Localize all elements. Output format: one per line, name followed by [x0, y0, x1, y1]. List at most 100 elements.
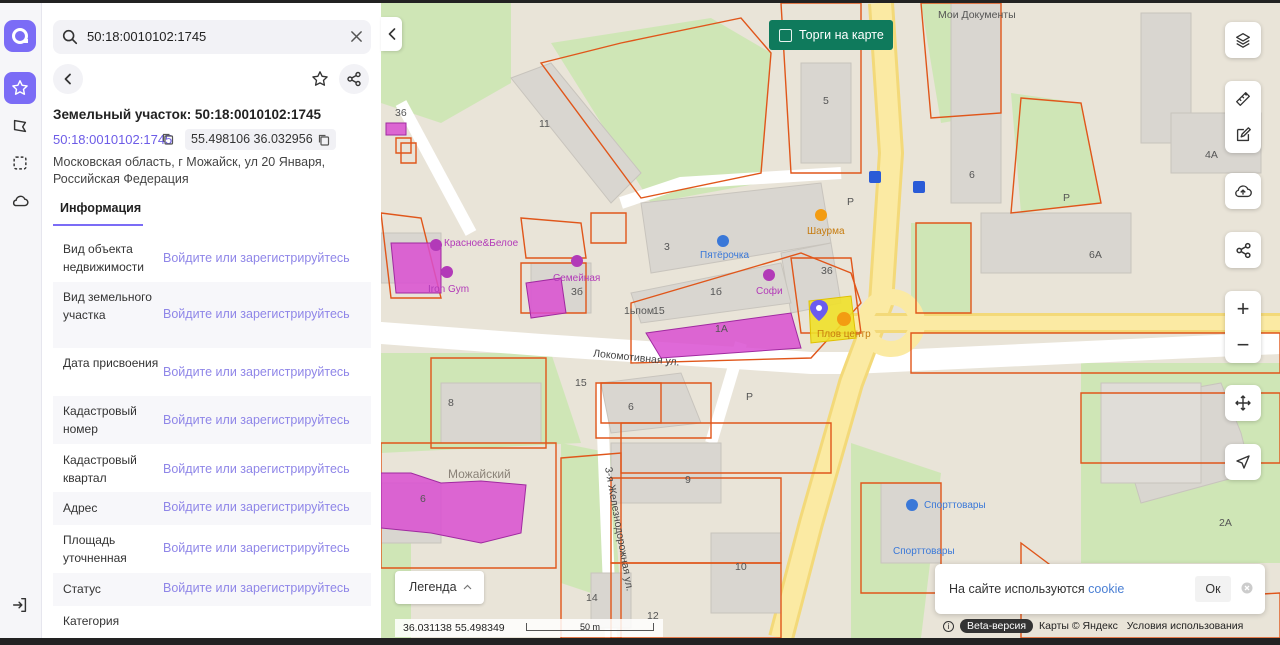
polygon-icon — [13, 119, 27, 133]
legend-button[interactable]: Легенда — [395, 571, 484, 604]
coordinates-chip[interactable]: 55.498106 36.032956 — [185, 129, 336, 150]
login-link[interactable]: Войдите или зарегистрируйтесь — [163, 413, 350, 427]
property-label: Вид земельного участка — [63, 290, 152, 322]
property-label: Кадастровый квартал — [63, 453, 137, 485]
app-logo[interactable] — [4, 20, 36, 52]
layers-button[interactable] — [1225, 22, 1261, 58]
coordinates-text: 55.498106 36.032956 — [191, 132, 313, 146]
map-label: Р — [746, 391, 754, 403]
cloud-button[interactable] — [4, 185, 36, 217]
property-label: Вид объекта недвижимости — [63, 242, 144, 274]
map-label: 8 — [448, 397, 454, 409]
map-label: Р — [1063, 192, 1071, 204]
search-input[interactable]: 50:18:0010102:1745 — [87, 29, 206, 44]
draw-area-button[interactable] — [4, 110, 36, 142]
copy-icon[interactable] — [162, 133, 174, 145]
property-label: Категория — [63, 614, 120, 628]
property-row: Дата присвоения Войдите или зарегистриру… — [53, 348, 371, 396]
property-row: Площадь уточненная Войдите или зарегистр… — [53, 525, 371, 573]
auctions-toggle-label: Торги на карте — [799, 28, 884, 42]
property-label: Дата присвоения — [63, 356, 159, 370]
poi-label: Плов центр — [817, 329, 871, 340]
map-label: 6 — [420, 493, 426, 505]
pan-button[interactable] — [1225, 385, 1261, 421]
map-label: 6 — [628, 401, 634, 413]
location-arrow-icon — [1236, 455, 1250, 469]
login-link[interactable]: Войдите или зарегистрируйтесь — [163, 365, 350, 379]
zoom-controls: + − — [1225, 291, 1261, 363]
auctions-checkbox[interactable] — [779, 29, 792, 42]
yandex-copyright[interactable]: Карты © Яндекс — [1039, 620, 1118, 632]
select-area-button[interactable] — [4, 147, 36, 179]
zoom-out-button[interactable]: − — [1225, 327, 1261, 363]
cursor-latitude: 55.498349 — [455, 622, 505, 634]
ruler-icon[interactable] — [1234, 90, 1252, 108]
map-drawing — [381, 3, 1280, 638]
clear-search-icon[interactable] — [350, 30, 363, 43]
back-button[interactable] — [53, 64, 83, 94]
cookie-link[interactable]: cookie — [1088, 582, 1124, 596]
login-link[interactable]: Войдите или зарегистрируйтесь — [163, 541, 350, 555]
cursor-coordinates: 36.031138 55.498349 50 m — [395, 619, 663, 637]
logo-icon — [12, 28, 28, 44]
favorite-button[interactable] — [305, 64, 335, 94]
tools-group — [1225, 81, 1261, 153]
map-label: 1б — [710, 286, 722, 298]
share-icon — [347, 71, 361, 87]
login-link[interactable]: Войдите или зарегистрируйтесь — [163, 462, 350, 476]
map-label: 1А — [715, 323, 728, 335]
property-row: Категория — [53, 606, 371, 638]
search-bar[interactable]: 50:18:0010102:1745 — [53, 20, 371, 54]
star-icon — [12, 80, 28, 95]
cloud-icon — [12, 195, 29, 207]
map-attribution: i Beta-версия Карты © Яндекс Условия испол… — [943, 619, 1244, 638]
legend-label: Легенда — [409, 580, 457, 594]
poi-label: Красное&Белое — [444, 238, 519, 249]
move-icon — [1235, 395, 1251, 411]
upload-button[interactable] — [1225, 173, 1261, 209]
beta-badge[interactable]: Beta-версия — [960, 619, 1034, 633]
zoom-in-button[interactable]: + — [1225, 291, 1261, 327]
map-label: 36 — [395, 107, 407, 119]
property-label: Адрес — [63, 501, 98, 515]
poi-label: Пятёрочка — [700, 250, 750, 261]
geolocation-button[interactable] — [1225, 444, 1261, 480]
property-label: Площадь уточненная — [63, 533, 127, 565]
tab-label: Информация — [60, 201, 142, 215]
login-link[interactable]: Войдите или зарегистрируйтесь — [163, 307, 350, 321]
login-link[interactable]: Войдите или зарегистрируйтесь — [163, 581, 350, 595]
dashed-square-icon — [13, 156, 27, 170]
terms-link[interactable]: Условия использования — [1127, 620, 1244, 632]
map-canvas[interactable]: Мои Документы 5 11 36 3 6 6А 4А 1А 1б 1ь… — [381, 3, 1280, 638]
login-icon — [12, 597, 27, 613]
close-icon[interactable] — [1241, 582, 1253, 594]
map-label: 10 — [735, 561, 747, 573]
copy-icon[interactable] — [318, 134, 330, 146]
map-label: 9 — [685, 474, 691, 486]
map-label: 1ьпом — [624, 305, 655, 317]
cookie-ok-button[interactable]: Ок — [1195, 576, 1231, 602]
info-icon[interactable]: i — [943, 620, 954, 632]
scale-label: 50 m — [580, 622, 601, 632]
tab-information[interactable]: Информация — [53, 199, 143, 226]
map-label: Мои Документы — [938, 9, 1016, 21]
share-map-button[interactable] — [1225, 232, 1261, 268]
edit-icon[interactable] — [1234, 126, 1252, 144]
info-panel: 50:18:0010102:1745 Земельный участок: 50… — [42, 3, 381, 638]
bottom-border — [0, 638, 1280, 645]
share-button[interactable] — [339, 64, 369, 94]
auctions-toggle[interactable]: Торги на карте — [769, 20, 893, 50]
favorites-button[interactable] — [4, 72, 36, 104]
property-row: Вид земельного участка Войдите или зарег… — [53, 282, 371, 348]
cadastral-number-link[interactable]: 50:18:0010102:1745 — [53, 132, 172, 147]
poi-label: Шаурма — [807, 226, 845, 237]
map-label: 11 — [539, 118, 550, 130]
login-link[interactable]: Войдите или зарегистрируйтесь — [163, 251, 350, 265]
share-icon — [1235, 242, 1251, 258]
star-outline-icon — [312, 71, 328, 86]
login-button[interactable] — [4, 589, 36, 621]
login-link[interactable]: Войдите или зарегистрируйтесь — [163, 500, 350, 514]
collapse-panel-button[interactable] — [381, 17, 402, 51]
property-row: Кадастровый квартал Войдите или зарегист… — [53, 444, 371, 492]
chevron-left-icon — [388, 28, 395, 40]
